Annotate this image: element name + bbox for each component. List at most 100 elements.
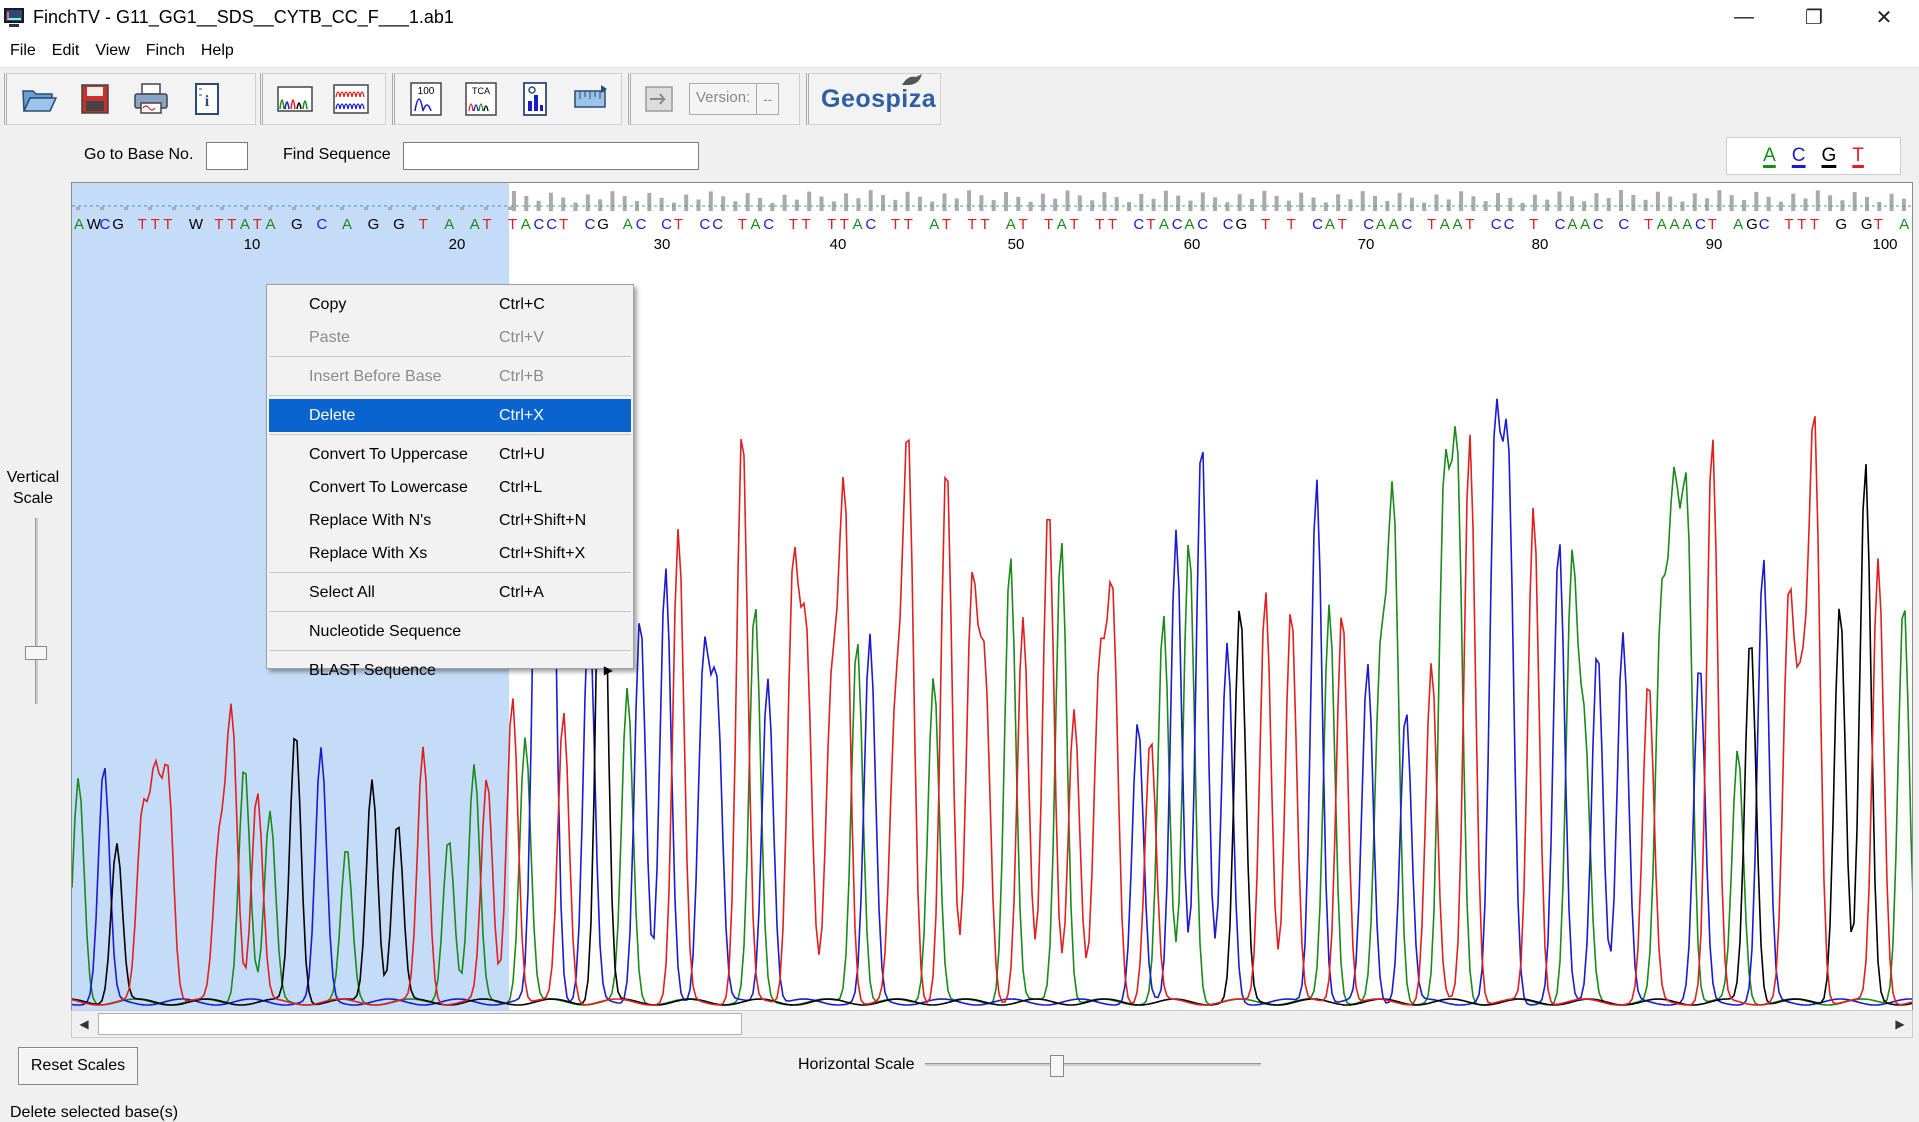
base-letter: A <box>1733 216 1743 233</box>
info-button[interactable]: i <box>181 76 233 122</box>
version-label: Version: <box>689 83 758 115</box>
quality-bar <box>1016 196 1021 211</box>
vertical-scale-track[interactable] <box>35 518 38 704</box>
scroll-thumb[interactable] <box>98 1013 742 1035</box>
base-color-legend: A C G T <box>1726 137 1901 175</box>
base-letter: A <box>240 216 250 233</box>
menu-item-convert-to-uppercase[interactable]: Convert To Uppercase Ctrl+U <box>269 438 631 471</box>
base-letter: T <box>904 216 913 233</box>
base-letter: A <box>1899 216 1909 233</box>
menu-edit[interactable]: Edit <box>44 34 88 68</box>
svg-text:TCA: TCA <box>472 86 490 96</box>
quality-bar <box>868 190 873 211</box>
base-letter <box>495 216 499 233</box>
reset-scales-button[interactable]: Reset Scales <box>18 1047 138 1085</box>
open-button[interactable] <box>13 76 65 122</box>
goto-base-input[interactable] <box>206 142 248 170</box>
menu-item-nucleotide-sequence[interactable]: Nucleotide Sequence <box>269 615 631 648</box>
base-letter: A <box>929 216 939 233</box>
minimize-button[interactable]: — <box>1709 0 1779 34</box>
scroll-right-icon[interactable]: ▶ <box>1891 1015 1909 1033</box>
version-dropdown[interactable]: -- <box>757 83 780 115</box>
quality-bar <box>316 207 320 210</box>
horizontal-scale-thumb[interactable] <box>1050 1055 1064 1077</box>
base-letter <box>1121 216 1125 233</box>
quality-bar <box>1373 196 1377 211</box>
menu-separator <box>269 395 631 396</box>
print-button[interactable] <box>125 76 177 122</box>
base-letter <box>176 216 180 233</box>
quality-bar <box>1496 193 1500 211</box>
quality-bar <box>1004 192 1008 211</box>
menu-help[interactable]: Help <box>193 34 242 68</box>
save-button[interactable] <box>69 76 121 122</box>
tick-label: 30 <box>654 236 671 253</box>
base-letter <box>380 216 384 233</box>
quality-chart-button[interactable] <box>510 76 561 122</box>
base-letter: G <box>1236 216 1248 233</box>
menu-item-paste[interactable]: Paste Ctrl+V <box>269 321 631 354</box>
find-sequence-input[interactable] <box>403 142 699 170</box>
quality-bar <box>1619 190 1623 211</box>
quality-bar <box>1434 194 1439 211</box>
tca-button[interactable]: TCA <box>456 76 507 122</box>
menu-item-convert-to-lowercase[interactable]: Convert To Lowercase Ctrl+L <box>269 471 631 504</box>
quality-bar <box>1065 190 1070 211</box>
quality-bar <box>148 207 152 210</box>
menu-finch[interactable]: Finch <box>138 34 193 68</box>
quality-bar <box>268 207 272 210</box>
quality-bar <box>1200 192 1205 211</box>
menu-item-label: Replace With N's <box>309 512 432 529</box>
base-letter: G <box>1746 216 1758 233</box>
base-letter: G <box>368 216 380 233</box>
base-letter: A <box>266 216 276 233</box>
menu-item-label: Insert Before Base <box>309 368 442 385</box>
menu-item-insert-before-base[interactable]: Insert Before Base Ctrl+B <box>269 360 631 393</box>
export-button[interactable] <box>637 76 681 122</box>
base-letter: C <box>661 216 672 233</box>
base-letter: G <box>1861 216 1873 233</box>
close-button[interactable]: ✕ <box>1849 0 1919 34</box>
base-letter <box>776 216 780 233</box>
chromatogram-button[interactable] <box>269 76 321 122</box>
restore-button[interactable]: ❐ <box>1779 0 1849 34</box>
version-selector[interactable]: Version: -- <box>689 83 780 115</box>
quality-bar <box>100 207 104 210</box>
menu-item-copy[interactable]: Copy Ctrl+C <box>269 288 631 321</box>
quality-bar <box>292 207 296 210</box>
base-letter <box>1299 216 1303 233</box>
horizontal-scale-track[interactable] <box>925 1063 1261 1066</box>
quality-bar <box>647 192 652 211</box>
quality-bar <box>1520 202 1525 211</box>
menu-item-blast-sequence[interactable]: BLAST Sequence ▶ <box>269 654 631 687</box>
quality-bar <box>758 198 762 211</box>
menu-item-delete[interactable]: Delete Ctrl+X <box>269 399 631 432</box>
base-letter: T <box>1874 216 1883 233</box>
base-letter <box>1772 216 1776 233</box>
scale-button[interactable] <box>565 76 616 122</box>
base-letter: T <box>227 216 236 233</box>
menu-item-select-all[interactable]: Select All Ctrl+A <box>269 576 631 609</box>
geospiza-logo[interactable]: Geospiza <box>813 73 944 114</box>
base-letter: C <box>1759 216 1770 233</box>
submenu-arrow-icon: ▶ <box>603 663 613 677</box>
scroll-left-icon[interactable]: ◀ <box>75 1015 93 1033</box>
menu-item-shortcut: Ctrl+U <box>499 446 545 463</box>
base-sequence[interactable]: A WC G TTT W TTATA G C A G G T A AT TACCT … <box>74 216 1909 233</box>
quality-bar <box>1754 191 1759 211</box>
vertical-scale-thumb[interactable] <box>25 646 47 660</box>
quality-bar <box>388 207 392 210</box>
menu-file[interactable]: File <box>2 34 44 68</box>
horizontal-scrollbar[interactable]: ◀ ▶ <box>71 1010 1913 1038</box>
quality-bar <box>1360 191 1365 211</box>
base-letter <box>955 216 959 233</box>
tca-icon: TCA <box>465 82 497 116</box>
menu-item-replace-with-xs[interactable]: Replace With Xs Ctrl+Shift+X <box>269 537 631 570</box>
quality-bar <box>172 207 176 210</box>
multi-trace-button[interactable] <box>325 76 377 122</box>
base-letter: C <box>636 216 647 233</box>
menu-view[interactable]: View <box>87 34 137 68</box>
quality-100-button[interactable]: 100 <box>401 76 452 122</box>
menu-item-replace-with-n-s[interactable]: Replace With N's Ctrl+Shift+N <box>269 504 631 537</box>
quality-bar <box>460 207 464 210</box>
